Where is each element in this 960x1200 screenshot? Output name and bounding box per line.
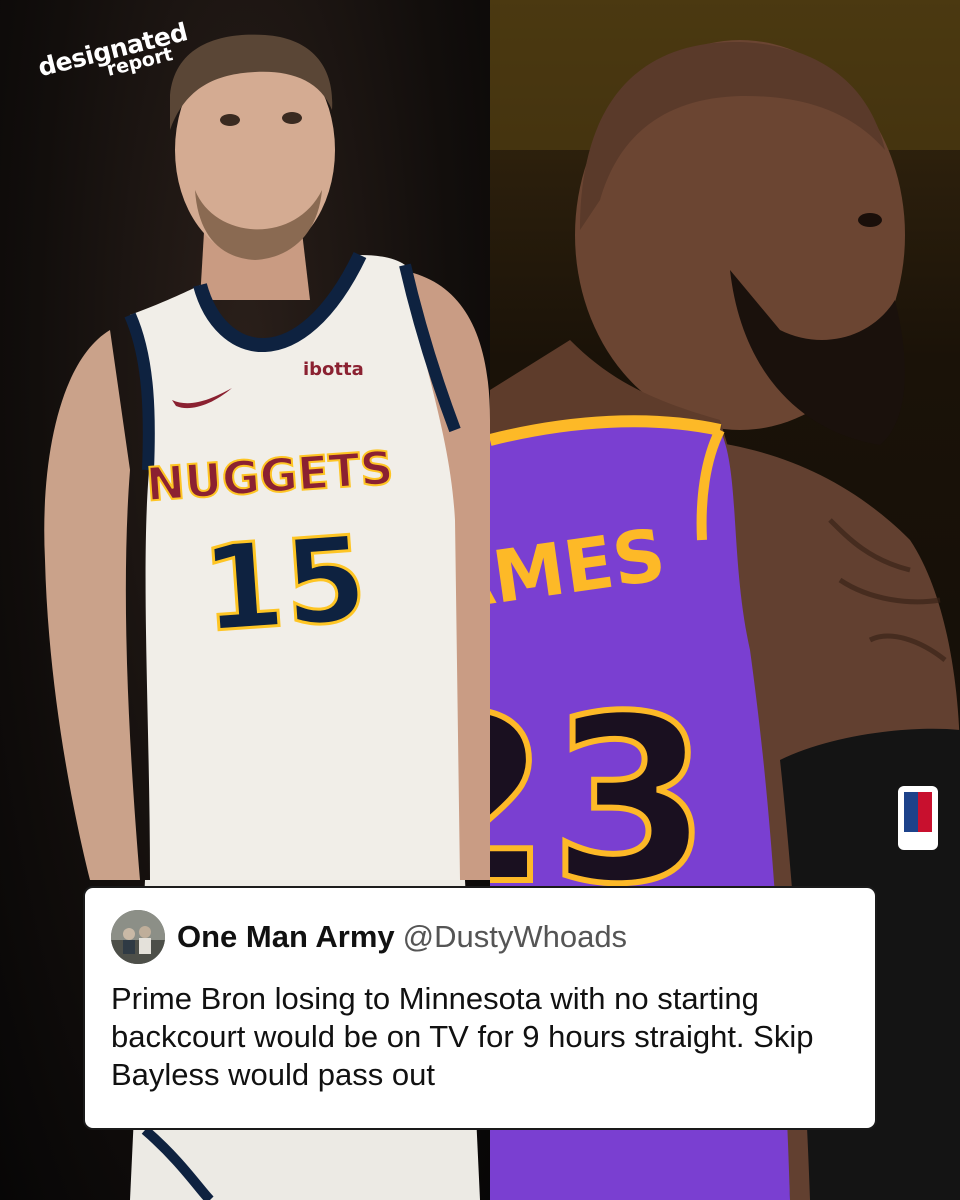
tweet-display-name[interactable]: One Man Army	[177, 919, 395, 954]
jersey-number-left: 15	[198, 509, 371, 658]
tweet-text: Prime Bron losing to Minnesota with no s…	[111, 981, 814, 1092]
jersey-sponsor: ibotta	[303, 359, 364, 380]
avatar[interactable]	[111, 910, 165, 964]
tweet-header: One Man Army @DustyWhoads	[111, 910, 849, 964]
post-image: ibotta NUGGETS 15 designated report AMES…	[0, 0, 960, 1200]
tweet-card[interactable]: One Man Army @DustyWhoads Prime Bron losi…	[83, 886, 877, 1130]
avatar-icon	[111, 910, 165, 964]
tweet-handle[interactable]: @DustyWhoads	[403, 919, 627, 954]
